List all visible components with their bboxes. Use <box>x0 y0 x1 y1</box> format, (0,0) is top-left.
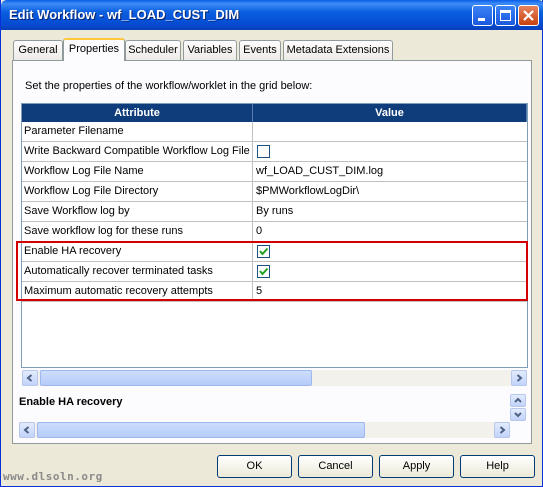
scroll-left-button[interactable] <box>22 370 38 386</box>
attribute-cell: Write Backward Compatible Workflow Log F… <box>22 142 253 161</box>
grid-horizontal-scrollbar[interactable] <box>22 370 527 386</box>
attribute-cell: Parameter Filename <box>22 122 253 141</box>
write-backward-compatible-checkbox[interactable] <box>257 145 270 158</box>
arrow-left-icon <box>26 374 33 382</box>
grid-row[interactable]: Workflow Log File Directory $PMWorkflowL… <box>22 182 527 202</box>
arrow-right-icon <box>516 374 523 382</box>
attribute-cell: Workflow Log File Name <box>22 162 253 181</box>
attribute-cell: Maximum automatic recovery attempts <box>22 282 253 301</box>
value-cell <box>253 262 527 281</box>
scroll-left-button[interactable] <box>19 422 35 438</box>
checkmark-icon <box>259 267 269 276</box>
info-title: Enable HA recovery <box>19 396 123 408</box>
value-cell <box>253 242 527 261</box>
info-vertical-scrollbar[interactable] <box>510 394 526 421</box>
grid-row[interactable]: Save workflow log for these runs 0 <box>22 222 527 242</box>
tab-general[interactable]: General <box>13 40 63 60</box>
grid-row[interactable]: Enable HA recovery <box>22 242 527 262</box>
close-icon <box>523 10 534 21</box>
minimize-button[interactable] <box>472 5 493 26</box>
grid-row[interactable]: Automatically recover terminated tasks <box>22 262 527 282</box>
maximize-button[interactable] <box>495 5 516 26</box>
scroll-up-button[interactable] <box>510 394 526 407</box>
grid-row[interactable]: Write Backward Compatible Workflow Log F… <box>22 142 527 162</box>
value-cell <box>253 142 527 161</box>
tab-scheduler[interactable]: Scheduler <box>125 40 181 60</box>
arrow-up-icon <box>514 397 522 403</box>
value-cell[interactable]: $PMWorkflowLogDir\ <box>253 182 527 201</box>
close-button[interactable] <box>518 5 539 26</box>
attribute-cell: Save workflow log for these runs <box>22 222 253 241</box>
grid-row[interactable]: Save Workflow log by By runs <box>22 202 527 222</box>
auto-recover-checkbox[interactable] <box>257 265 270 278</box>
properties-grid: Attribute Value Parameter Filename Write… <box>21 103 528 368</box>
tab-properties[interactable]: Properties <box>63 38 125 61</box>
value-cell[interactable] <box>253 122 527 141</box>
edit-workflow-dialog: Edit Workflow - wf_LOAD_CUST_DIM General… <box>0 0 543 487</box>
arrow-left-icon <box>23 426 30 434</box>
apply-button[interactable]: Apply <box>379 455 454 478</box>
title-bar[interactable]: Edit Workflow - wf_LOAD_CUST_DIM <box>1 0 543 30</box>
maximize-icon <box>500 10 511 21</box>
help-button[interactable]: Help <box>460 455 535 478</box>
window-title: Edit Workflow - wf_LOAD_CUST_DIM <box>9 7 240 22</box>
attribute-cell: Save Workflow log by <box>22 202 253 221</box>
scroll-thumb[interactable] <box>37 422 365 438</box>
tab-variables[interactable]: Variables <box>183 40 237 60</box>
grid-row[interactable]: Parameter Filename <box>22 122 527 142</box>
value-cell[interactable]: 0 <box>253 222 527 241</box>
arrow-right-icon <box>499 426 506 434</box>
info-horizontal-scrollbar[interactable] <box>19 422 510 438</box>
value-cell[interactable]: wf_LOAD_CUST_DIM.log <box>253 162 527 181</box>
attribute-cell: Enable HA recovery <box>22 242 253 261</box>
grid-row[interactable]: Workflow Log File Name wf_LOAD_CUST_DIM.… <box>22 162 527 182</box>
ok-button[interactable]: OK <box>217 455 292 478</box>
tab-events[interactable]: Events <box>239 40 281 60</box>
grid-row[interactable]: Maximum automatic recovery attempts 5 <box>22 282 527 302</box>
grid-description: Set the properties of the workflow/workl… <box>25 80 313 92</box>
scroll-down-button[interactable] <box>510 408 526 421</box>
column-header-value[interactable]: Value <box>253 104 527 122</box>
cancel-button[interactable]: Cancel <box>298 455 373 478</box>
minimize-icon <box>478 18 485 21</box>
attribute-cell: Workflow Log File Directory <box>22 182 253 201</box>
attribute-cell: Automatically recover terminated tasks <box>22 262 253 281</box>
column-header-attribute[interactable]: Attribute <box>22 104 253 122</box>
checkmark-icon <box>259 247 269 256</box>
value-cell[interactable]: By runs <box>253 202 527 221</box>
arrow-down-icon <box>514 412 522 418</box>
scroll-thumb[interactable] <box>40 370 312 386</box>
watermark: www.dlsoln.org <box>3 470 103 483</box>
scroll-right-button[interactable] <box>494 422 510 438</box>
tab-metadata-extensions[interactable]: Metadata Extensions <box>283 40 393 60</box>
enable-ha-recovery-checkbox[interactable] <box>257 245 270 258</box>
value-cell[interactable]: 5 <box>253 282 527 301</box>
scroll-right-button[interactable] <box>511 370 527 386</box>
